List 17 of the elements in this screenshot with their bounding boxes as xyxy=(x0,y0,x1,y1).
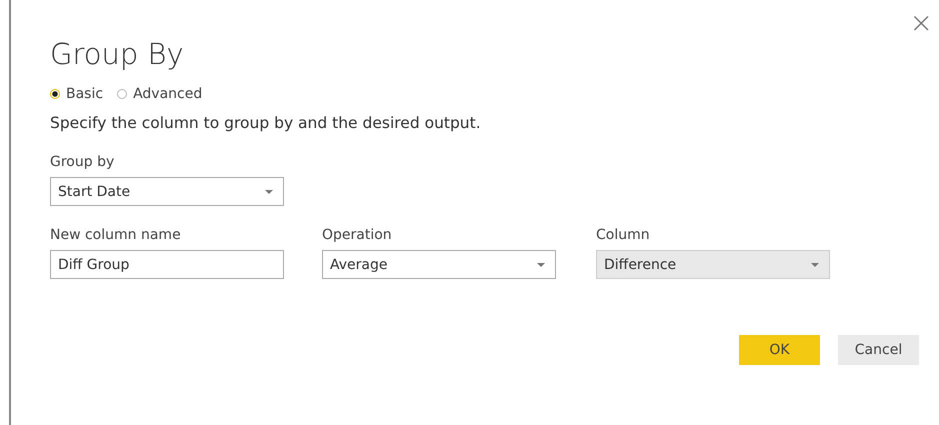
field-label: Operation xyxy=(322,227,393,243)
field-label: New column name xyxy=(50,227,182,243)
field-label: Group by xyxy=(50,154,116,170)
dialog-title: Group By xyxy=(50,36,185,73)
ok-button[interactable]: OK xyxy=(739,335,820,365)
caret-icon xyxy=(811,262,819,266)
field-label: Column xyxy=(596,227,651,243)
dropdown[interactable]: Average xyxy=(322,250,556,279)
radio-option[interactable]: Basic xyxy=(50,86,104,102)
description-text: Specify the column to group by and the desired output. xyxy=(50,114,482,132)
dropdown[interactable]: Start Date xyxy=(50,177,284,206)
close-button[interactable]: × xyxy=(904,8,939,38)
input-field[interactable]: Diff Group xyxy=(50,250,284,279)
caret-icon xyxy=(265,190,273,194)
radio-option[interactable]: Advanced xyxy=(117,86,202,102)
cancel-button[interactable]: Cancel xyxy=(838,335,919,365)
caret-icon xyxy=(537,262,545,266)
